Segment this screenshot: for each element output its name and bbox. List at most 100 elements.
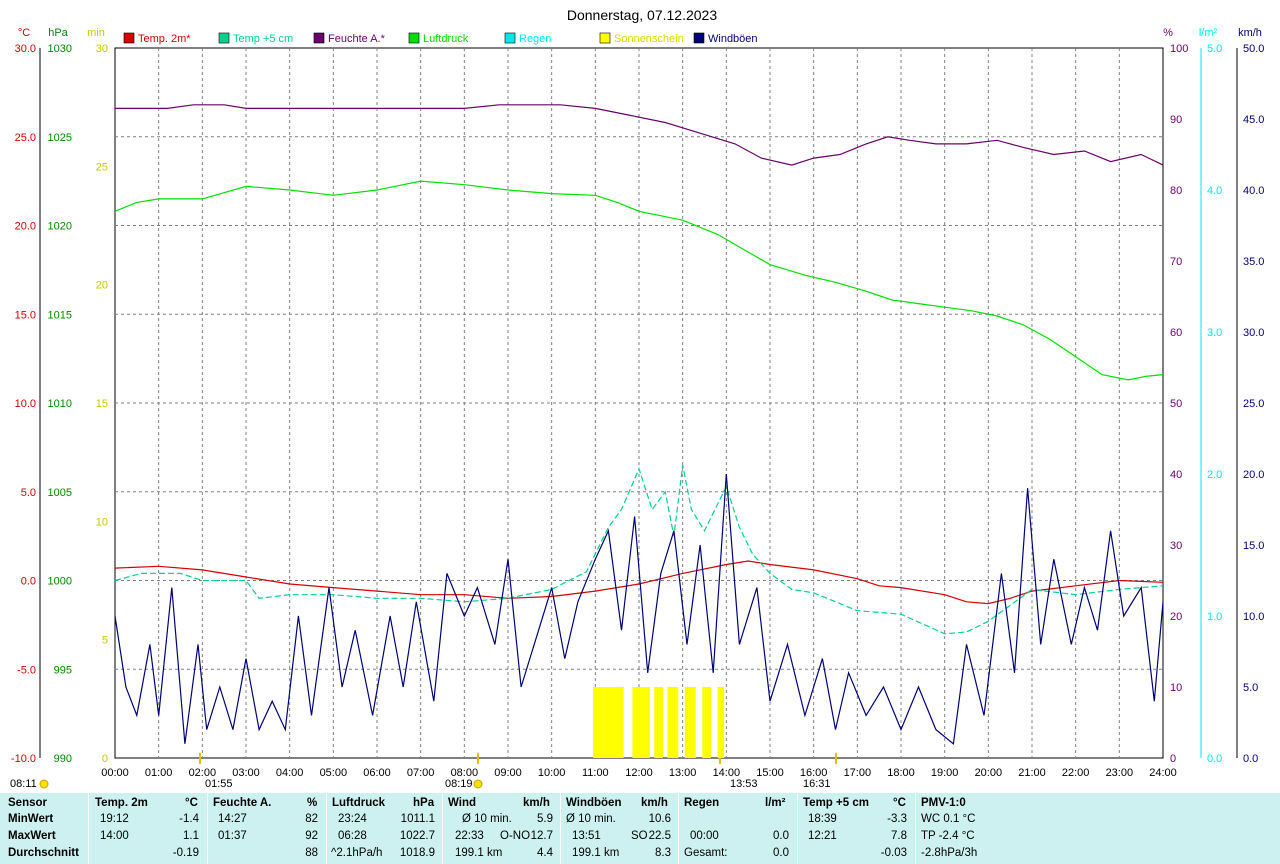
- time-marker-label: 01:55: [205, 778, 233, 790]
- stats-avg-row: Durchschnitt -0.19 88 ^2.1hPa/h 1018.9 1…: [0, 847, 1280, 863]
- x-tick-label: 19:00: [931, 767, 959, 779]
- humidity-tick-label: 50: [1170, 398, 1182, 410]
- rain-tick-label: 5.0: [1207, 43, 1222, 55]
- avg-boeen-value: 8.3: [655, 847, 671, 859]
- chart-legend: Temp. 2m* Temp +5 cm Feuchte A.* Luftdruck R…: [123, 32, 758, 45]
- header-pmv: PMV-1:0: [921, 797, 966, 809]
- humidity-tick-label: 0: [1170, 753, 1176, 765]
- humidity-tick-label: 10: [1170, 682, 1182, 694]
- header-wind-unit: km/h: [523, 797, 550, 809]
- chart-grid: [114, 47, 1164, 759]
- temperature-tick-label: 0.0: [21, 576, 36, 588]
- humidity-tick-label: 70: [1170, 256, 1182, 268]
- stats-max-row: MaxWert 14:00 1.1 01:37 92 06:28 1022.7 …: [0, 830, 1280, 846]
- x-tick-label: 21:00: [1018, 767, 1046, 779]
- header-boeen-unit: km/h: [641, 797, 668, 809]
- humidity-tick-label: 60: [1170, 327, 1182, 339]
- sunshine-bar: [717, 687, 725, 758]
- pressure-tick-label: 995: [54, 664, 72, 676]
- min-pmv: WC 0.1 °C: [921, 813, 976, 825]
- humidity-tick-label: 80: [1170, 185, 1182, 197]
- x-tick-label: 10:00: [538, 767, 566, 779]
- x-tick-label: 11:00: [582, 767, 609, 779]
- humidity-tick-label: 30: [1170, 540, 1182, 552]
- max-luftdruck-value: 1022.7: [399, 830, 435, 842]
- humidity-tick-label: 100: [1170, 43, 1188, 55]
- x-tick-label: 01:00: [145, 767, 173, 779]
- wind-tick-label: 20.0: [1243, 469, 1264, 481]
- min-temp5cm-value: -3.3: [887, 813, 907, 825]
- pressure-tick-label: 1025: [48, 132, 72, 144]
- rain-tick-label: 3.0: [1207, 327, 1222, 339]
- max-temp5cm-time: 12:21: [808, 830, 837, 842]
- header-wind: Wind: [448, 797, 476, 809]
- wind-tick-label: 50.0: [1243, 43, 1264, 55]
- max-pmv: TP -2.4 °C: [921, 830, 975, 842]
- wind-tick-label: 0.0: [1243, 753, 1258, 765]
- temperature-tick-label: -5.0: [17, 664, 36, 676]
- min-feuchte-time: 14:27: [218, 813, 247, 825]
- avg-feuchte-value: 88: [305, 847, 318, 859]
- weather-chart-page: 00:00 01:00 02:00 03:00 04:00 05:00 06:00 07:00…: [0, 0, 1280, 864]
- header-regen: Regen: [684, 797, 720, 809]
- avg-boeen-distance: 199.1 km: [572, 847, 620, 859]
- chart-title: Donnerstag, 07.12.2023: [567, 7, 717, 23]
- x-tick-label: 03:00: [232, 767, 260, 779]
- temperature-tick-label: 30.0: [15, 43, 36, 55]
- sunshine-bar: [632, 687, 650, 758]
- time-marker-label: 16:31: [803, 778, 831, 790]
- wind-tick-label: 30.0: [1243, 327, 1264, 339]
- chart-axes: 00:00 01:00 02:00 03:00 04:00 05:00 06:00 07:00…: [10, 27, 1264, 790]
- max-temp2m-value: 1.1: [183, 830, 199, 842]
- header-temp5cm: Temp +5 cm: [803, 797, 869, 809]
- header-luftdruck-unit: hPa: [413, 797, 435, 809]
- rain-tick-label: 2.0: [1207, 469, 1222, 481]
- rain-tick-label: 0.0: [1207, 753, 1222, 765]
- max-wind-value: 12.7: [530, 830, 553, 842]
- time-marker-label: 08:19: [445, 778, 473, 790]
- temperature-tick-label: 15.0: [15, 309, 36, 321]
- legend-swatch: [313, 32, 325, 44]
- statistics-panel: Sensor Temp. 2m °C Feuchte A. % Luftdruc…: [0, 793, 1280, 864]
- x-tick-label: 06:00: [363, 767, 391, 779]
- max-wind-direction: O-NO: [500, 830, 531, 842]
- temperature-tick-label: 10.0: [15, 398, 36, 410]
- header-regen-unit: l/m²: [765, 797, 786, 809]
- sunshine-tick-label: 30: [96, 43, 108, 55]
- avg-label: Durchschnitt: [8, 847, 79, 859]
- pressure-tick-label: 1005: [48, 487, 72, 499]
- avg-temp5cm-value: -0.03: [880, 847, 907, 859]
- pressure-tick-label: 1010: [48, 398, 72, 410]
- sun-icon: [473, 779, 483, 789]
- header-temp2m: Temp. 2m: [95, 797, 148, 809]
- wind-tick-label: 15.0: [1243, 540, 1264, 552]
- sunshine-tick-label: 0: [102, 753, 108, 765]
- temperature-tick-label: 20.0: [15, 221, 36, 233]
- x-tick-label: 05:00: [320, 767, 348, 779]
- stats-header-row: Sensor Temp. 2m °C Feuchte A. % Luftdruc…: [0, 797, 1280, 813]
- min-boeen-label: Ø 10 min.: [566, 813, 616, 825]
- wind-tick-label: 45.0: [1243, 114, 1264, 126]
- humidity-tick-label: 40: [1170, 469, 1182, 481]
- avg-regen-label: Gesamt:: [684, 847, 728, 859]
- header-boeen: Windböen: [566, 797, 622, 809]
- header-luftdruck: Luftdruck: [332, 797, 386, 809]
- legend-swatch: [693, 32, 705, 44]
- header-feuchte-unit: %: [307, 797, 318, 809]
- temperature-tick-label: 5.0: [21, 487, 36, 499]
- sunshine-bar: [667, 687, 679, 758]
- weather-chart: 00:00 01:00 02:00 03:00 04:00 05:00 06:00 07:00…: [10, 7, 1264, 790]
- pressure-tick-label: 1000: [48, 576, 72, 588]
- x-tick-label: 07:00: [407, 767, 435, 779]
- sunshine-tick-label: 5: [102, 635, 108, 647]
- max-wind-time: 22:33: [455, 830, 484, 842]
- header-temp5cm-unit: °C: [893, 797, 906, 809]
- max-regen-value: 0.0: [773, 830, 789, 842]
- min-temp5cm-time: 18:39: [808, 813, 837, 825]
- header-feuchte: Feuchte A.: [213, 797, 272, 809]
- legend-swatch: [599, 32, 611, 44]
- max-regen-time: 00:00: [690, 830, 719, 842]
- legend-swatch: [218, 32, 230, 44]
- x-tick-label: 17:00: [844, 767, 872, 779]
- max-temp2m-time: 14:00: [100, 830, 129, 842]
